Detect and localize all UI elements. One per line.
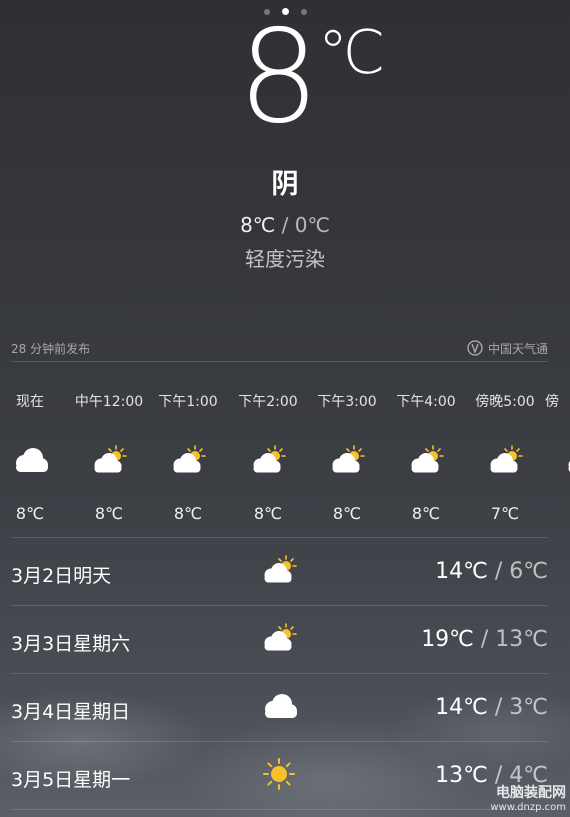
current-temperature: 8 — [238, 3, 319, 152]
daily-row[interactable]: 3月3日星期六 19℃ / 13℃ — [11, 607, 548, 674]
daily-temps: 14℃ / 6℃ — [435, 559, 548, 584]
hourly-time: 傍 — [545, 394, 559, 410]
daily-temps: 14℃ / 3℃ — [435, 695, 548, 720]
hourly-temp: 8℃ — [15, 504, 45, 522]
partly-cloudy-icon — [148, 444, 228, 484]
hourly-item: 现在 8℃ — [0, 392, 70, 522]
divider — [11, 605, 548, 606]
hourly-item: 中午12:00 8℃ — [69, 392, 149, 522]
daily-row[interactable]: 3月5日星期一 13℃ / 4℃ — [11, 743, 548, 810]
daily-date: 3月3日星期六 — [11, 633, 131, 655]
partly-cloudy-icon — [465, 444, 545, 484]
hourly-item-partial: 傍 — [545, 392, 570, 504]
daily-low: 6℃ — [509, 559, 548, 584]
partly-cloudy-icon — [259, 553, 299, 591]
watermark: 电脑装配网 www.dnzp.com — [490, 782, 566, 813]
divider — [11, 537, 548, 538]
hourly-time: 下午1:00 — [158, 394, 218, 410]
hourly-forecast[interactable]: 现在 8℃ 中午12:00 8℃ 下午1:00 8℃ 下午2:00 8℃ 下午3… — [0, 392, 570, 522]
hourly-item: 下午3:00 8℃ — [307, 392, 387, 522]
divider — [11, 673, 548, 674]
daily-row[interactable]: 3月4日星期日 14℃ / 3℃ — [11, 675, 548, 742]
range-separator: / — [473, 627, 496, 652]
data-source[interactable]: 中国天气通 — [467, 340, 548, 359]
daily-date: 3月5日星期一 — [11, 769, 131, 791]
hourly-temp: 8℃ — [253, 504, 283, 522]
hourly-temp: 7℃ — [490, 504, 520, 522]
current-condition: 阴 — [271, 169, 299, 200]
watermark-url: www.dnzp.com — [490, 802, 566, 813]
sun-icon — [259, 757, 299, 795]
hourly-temp: 8℃ — [94, 504, 124, 522]
range-separator: / — [487, 559, 510, 584]
hourly-time: 下午3:00 — [317, 394, 377, 410]
partly-cloudy-icon — [307, 444, 387, 484]
hourly-item: 下午4:00 8℃ — [386, 392, 466, 522]
hourly-item: 下午2:00 8℃ — [228, 392, 308, 522]
range-separator: / — [487, 695, 510, 720]
hourly-item: 下午1:00 8℃ — [148, 392, 228, 522]
daily-high: 13℃ — [435, 763, 488, 788]
source-logo-icon — [467, 340, 483, 359]
daily-date: 3月2日明天 — [11, 565, 112, 587]
hourly-time: 下午4:00 — [396, 394, 456, 410]
daily-high: 14℃ — [435, 559, 488, 584]
hourly-temp: 8℃ — [173, 504, 203, 522]
today-high: 8℃ — [240, 213, 276, 237]
partly-cloudy-icon — [563, 444, 570, 484]
cloud-icon — [259, 689, 299, 727]
cloud-icon — [0, 444, 70, 484]
watermark-name: 电脑装配网 — [496, 785, 566, 801]
daily-row[interactable]: 3月2日明天 14℃ / 6℃ — [11, 539, 548, 606]
hourly-temp: 8℃ — [332, 504, 362, 522]
divider — [11, 741, 548, 742]
air-quality: 轻度污染 — [245, 247, 325, 271]
hourly-time: 中午12:00 — [74, 394, 144, 410]
daily-low: 13℃ — [495, 627, 548, 652]
daily-low: 3℃ — [509, 695, 548, 720]
daily-high: 14℃ — [435, 695, 488, 720]
daily-date: 3月4日星期日 — [11, 701, 131, 723]
hourly-time: 现在 — [16, 394, 44, 410]
source-name: 中国天气通 — [487, 342, 548, 356]
hourly-time: 傍晚5:00 — [475, 394, 535, 410]
hourly-temp: 8℃ — [411, 504, 441, 522]
hourly-time: 下午2:00 — [238, 394, 298, 410]
hourly-item: 傍晚5:00 7℃ — [465, 392, 545, 522]
daily-high: 19℃ — [421, 627, 474, 652]
temperature-unit: ℃ — [318, 18, 386, 88]
today-range: 8℃ / 0℃ — [0, 213, 570, 237]
daily-temps: 19℃ / 13℃ — [421, 627, 548, 652]
partly-cloudy-icon — [69, 444, 149, 484]
range-separator: / — [275, 213, 295, 237]
partly-cloudy-icon — [228, 444, 308, 484]
partly-cloudy-icon — [386, 444, 466, 484]
partly-cloudy-icon — [259, 621, 299, 659]
publish-time: 28 分钟前发布 — [11, 342, 91, 356]
divider — [11, 809, 548, 810]
today-low: 0℃ — [294, 213, 330, 237]
divider — [11, 361, 548, 362]
publish-row: 28 分钟前发布 中国天气通 — [11, 340, 548, 360]
